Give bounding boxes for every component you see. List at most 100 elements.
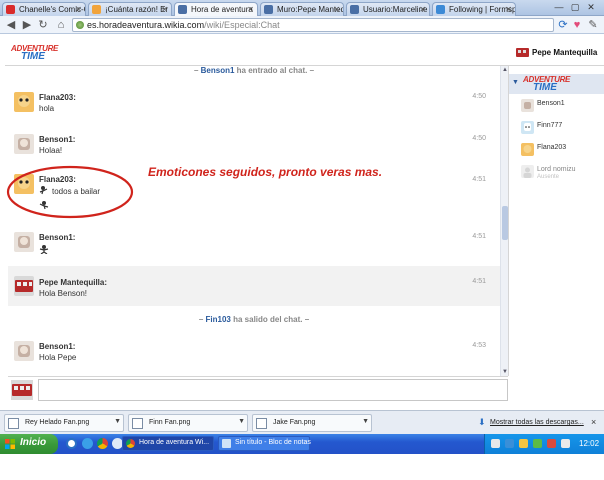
- wrench-icon[interactable]: ✎: [586, 18, 600, 32]
- image-file-icon: [132, 418, 143, 429]
- chat-message: Pepe Mantequilla: Hola Benson! 4:51: [8, 266, 500, 306]
- downloads-icon: ⬇: [478, 417, 486, 427]
- wikia-favicon-icon: [178, 5, 187, 14]
- tab-close-icon[interactable]: ✕: [247, 3, 254, 16]
- dancing-emoticon-icon: [39, 186, 48, 195]
- chrome-icon: [126, 439, 135, 448]
- jake-avatar-icon: [521, 143, 534, 156]
- tab-close-icon[interactable]: ✕: [505, 3, 512, 16]
- tray-app-icon[interactable]: [519, 439, 528, 448]
- reload-icon[interactable]: ↻: [36, 18, 50, 32]
- refresh-icon[interactable]: ⟳: [556, 18, 570, 32]
- chat-message: Flana203: hola 4:50: [8, 88, 500, 122]
- bus-avatar-icon: [14, 276, 34, 296]
- system-tray: 12:02: [484, 434, 604, 454]
- user-list-item-away[interactable]: Lord nomizu Ausente: [521, 164, 604, 182]
- tab-hora-de-aventura[interactable]: Hora de aventura ✕: [174, 2, 258, 16]
- taskbar-clock: 12:02: [579, 439, 600, 448]
- dancing-emoticon-icon: [39, 201, 49, 210]
- benson-avatar-icon: [14, 341, 34, 361]
- annotation-text: Emoticones seguidos, pronto veras mas.: [148, 165, 383, 179]
- inline-alert: – Fin103 ha salido del chat. –: [198, 315, 310, 324]
- tab-usuario-marceline[interactable]: Usuario:Marceline ✕: [346, 2, 430, 16]
- maximize-icon[interactable]: ▢: [568, 1, 582, 13]
- chrome-quicklaunch-icon[interactable]: [97, 438, 108, 449]
- wiki-room-row[interactable]: ▼ ADVENTURE TIME: [509, 74, 604, 94]
- notepad-icon: [222, 439, 231, 448]
- user-list-name: Finn777: [537, 122, 563, 129]
- user-list-item[interactable]: Flana203: [521, 142, 604, 160]
- tray-app-icon[interactable]: [533, 439, 542, 448]
- tab-close-icon[interactable]: ✕: [161, 3, 168, 16]
- tab-chanelles-comic[interactable]: Chanelle's Comic-C ✕: [2, 2, 86, 16]
- tab-cuanta-razon[interactable]: ¡Cuánta razón! Er ✕: [88, 2, 172, 16]
- ie-quicklaunch-icon[interactable]: [66, 438, 77, 449]
- taskbar-item-chrome[interactable]: Hora de aventura Wi...: [122, 436, 214, 451]
- address-bar[interactable]: es.horadeaventura.wikia.com/wiki/Especia…: [72, 18, 554, 32]
- volume-icon[interactable]: [561, 439, 570, 448]
- download-item[interactable]: Jake Fan.png ▼: [252, 414, 372, 432]
- tab-label: Usuario:Marceline: [363, 5, 428, 14]
- youtube-favicon-icon: [6, 5, 15, 14]
- tab-muro-pepe[interactable]: Muro:Pepe Mantequ ✕: [260, 2, 344, 16]
- back-icon[interactable]: ◀: [4, 18, 18, 32]
- adventure-time-logo: ADVENTURE TIME: [523, 75, 571, 93]
- dancing-emoticon-icon: [39, 245, 49, 254]
- message-time: 4:51: [472, 278, 486, 285]
- tab-close-icon[interactable]: ✕: [75, 3, 82, 16]
- wikia-favicon-icon: [350, 5, 359, 14]
- message-scrollbar[interactable]: ▲ ▼: [500, 66, 508, 376]
- bus-avatar-icon: [516, 48, 529, 57]
- wikia-favicon-icon: [264, 5, 273, 14]
- download-item[interactable]: Rey Helado Fan.png ▼: [4, 414, 124, 432]
- heart-icon[interactable]: ♥: [570, 18, 584, 32]
- chat-header: ADVENTURE TIME Pepe Mantequilla: [5, 40, 604, 66]
- home-icon[interactable]: ⌂: [54, 18, 68, 32]
- message-input[interactable]: [38, 379, 508, 401]
- message-text: hola: [39, 104, 55, 113]
- url-path: /wiki/Especial:Chat: [204, 20, 280, 30]
- taskbar-item-notepad[interactable]: Sin título - Bloc de notas: [218, 436, 311, 451]
- chat-message: Benson1: 4:51: [8, 228, 500, 262]
- site-favicon-icon: [436, 5, 445, 14]
- tray-app-icon[interactable]: [491, 439, 500, 448]
- tab-close-icon[interactable]: ✕: [419, 3, 426, 16]
- chevron-down-icon[interactable]: ▼: [114, 418, 121, 425]
- download-filename: Rey Helado Fan.png: [25, 419, 90, 426]
- tab-close-icon[interactable]: ✕: [333, 3, 340, 16]
- header-user-name: Pepe Mantequilla: [532, 48, 598, 57]
- default-avatar-icon: [521, 165, 534, 178]
- download-filename: Finn Fan.png: [149, 419, 191, 426]
- benson-avatar-icon: [14, 134, 34, 154]
- message-text: Hola Pepe: [39, 353, 77, 362]
- message-time: 4:50: [472, 93, 486, 100]
- message-author: Flana203:: [39, 175, 76, 184]
- chat-message: Benson1: Holaa! 4:50: [8, 130, 500, 164]
- network-icon[interactable]: [505, 439, 514, 448]
- browser-toolbar: ◀ ▶ ↻ ⌂ es.horadeaventura.wikia.com/wiki…: [0, 16, 604, 34]
- collapse-icon[interactable]: ▼: [512, 79, 519, 86]
- site-favicon-icon: [92, 5, 101, 14]
- close-downloads-icon[interactable]: ×: [591, 417, 596, 427]
- user-list-item[interactable]: Benson1: [521, 98, 604, 116]
- message-time: 4:53: [472, 342, 486, 349]
- chat-user-list: ▼ ADVENTURE TIME Benson1 Finn777 Flana20…: [508, 66, 604, 376]
- start-button[interactable]: Inicio: [0, 434, 58, 454]
- downloads-bar: Rey Helado Fan.png ▼ Finn Fan.png ▼ Jake…: [0, 410, 604, 434]
- user-list-item[interactable]: Finn777: [521, 120, 604, 138]
- close-window-icon[interactable]: ✕: [584, 1, 598, 13]
- forward-icon[interactable]: ▶: [20, 18, 34, 32]
- adventure-time-logo: ADVENTURE TIME: [11, 44, 59, 62]
- message-author: Benson1:: [39, 342, 76, 351]
- chevron-down-icon[interactable]: ▼: [362, 418, 369, 425]
- minimize-icon[interactable]: —: [552, 1, 566, 13]
- chevron-down-icon[interactable]: ▼: [238, 418, 245, 425]
- show-all-downloads-link[interactable]: Mostrar todas las descargas...: [490, 419, 584, 426]
- download-item[interactable]: Finn Fan.png ▼: [128, 414, 248, 432]
- messenger-quicklaunch-icon[interactable]: [82, 438, 93, 449]
- header-user[interactable]: Pepe Mantequilla: [516, 45, 604, 61]
- message-text: Holaa!: [39, 146, 63, 155]
- tab-following-formspring[interactable]: Following | Formsp ✕: [432, 2, 516, 16]
- user-list-name: Benson1: [537, 100, 565, 107]
- security-icon[interactable]: [547, 439, 556, 448]
